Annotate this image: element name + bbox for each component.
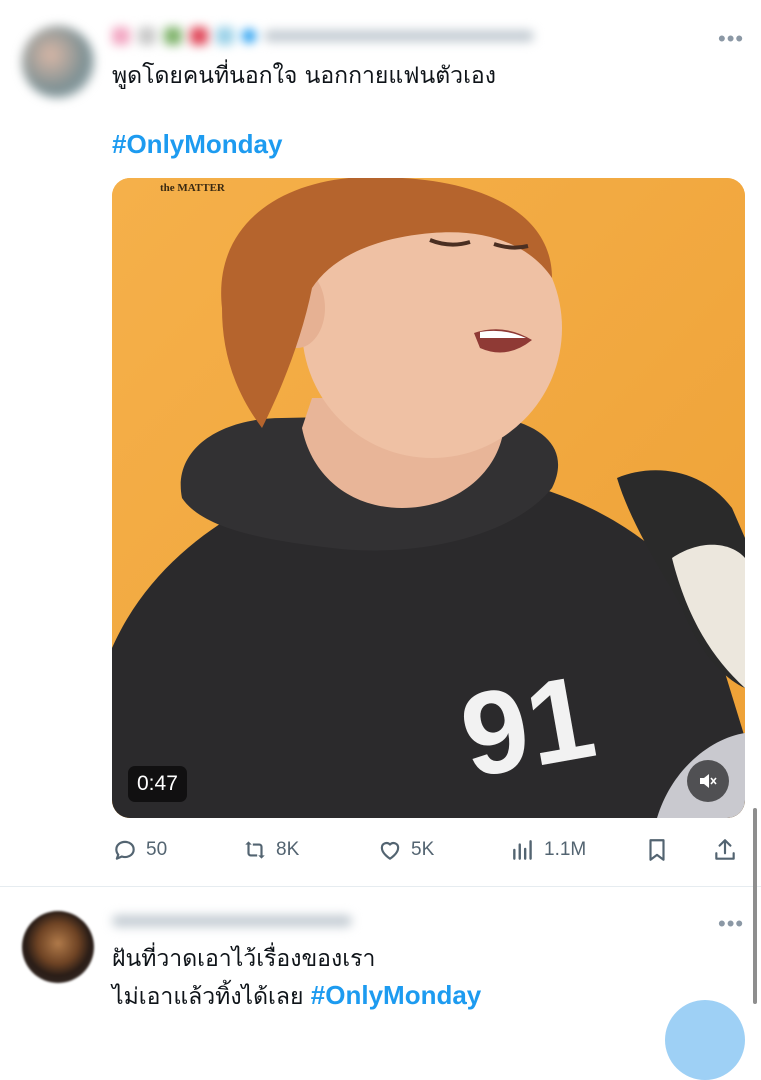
name-emoji [138,27,156,45]
tweet-text: พูดโดยคนที่นอกใจ นอกกายแฟนตัวเอง [112,63,496,89]
bookmark-button[interactable] [644,830,670,870]
verified-icon [242,29,256,43]
tweet-header [112,24,534,48]
avatar[interactable] [22,911,94,983]
avatar[interactable] [22,26,94,98]
name-emoji [164,27,182,45]
reply-count: 50 [146,839,168,860]
shirt-number: 91 [452,650,604,803]
hashtag[interactable]: #OnlyMonday [311,980,481,1010]
tweet-actions: 50 8K 5K 1.1M [112,830,745,870]
name-emoji [216,27,234,45]
name-emoji [112,27,130,45]
repost-count: 8K [276,839,300,860]
heart-icon [380,841,400,860]
view-count: 1.1M [544,839,587,860]
analytics-icon [513,840,532,860]
scrollbar[interactable] [753,808,757,1004]
video-watermark: the MATTER [160,182,225,194]
reply-icon [115,840,135,860]
repost-icon [245,841,265,859]
hashtag-link[interactable]: #OnlyMonday [112,126,282,165]
tweet-2[interactable]: ••• ฝันที่วาดเอาไว้เรื่องของเรา ไม่เอาแล… [0,887,761,1024]
views-button[interactable]: 1.1M [510,830,586,870]
share-icon [715,839,735,860]
handle-placeholder [112,915,352,927]
like-button[interactable]: 5K [377,830,434,870]
reply-button[interactable]: 50 [112,830,167,870]
tweet-text: ฝันที่วาดเอาไว้เรื่องของเรา [112,946,376,972]
more-options-icon[interactable]: ••• [718,913,744,935]
more-options-icon[interactable]: ••• [718,28,744,50]
mute-icon[interactable] [687,760,729,802]
name-emoji [190,27,208,45]
like-count: 5K [411,839,435,860]
tweet-text: ไม่เอาแล้วทิ้งได้เลย [112,984,304,1010]
tweet-text-line2: ไม่เอาแล้วทิ้งได้เลย #OnlyMonday [112,977,481,1016]
tweet-header [112,909,352,933]
hashtag[interactable]: #OnlyMonday [112,129,282,159]
share-button[interactable] [712,830,738,870]
repost-button[interactable]: 8K [242,830,299,870]
bookmark-icon [649,839,665,861]
video-duration: 0:47 [128,766,187,802]
handle-placeholder [264,30,534,42]
tweet-1[interactable]: ••• พูดโดยคนที่นอกใจ นอกกายแฟนตัวเอง #On… [0,0,761,886]
compose-button[interactable] [665,1000,745,1080]
video-thumbnail: 91 [112,178,745,818]
video-player[interactable]: 91 the MATTER 0:47 [112,178,745,818]
